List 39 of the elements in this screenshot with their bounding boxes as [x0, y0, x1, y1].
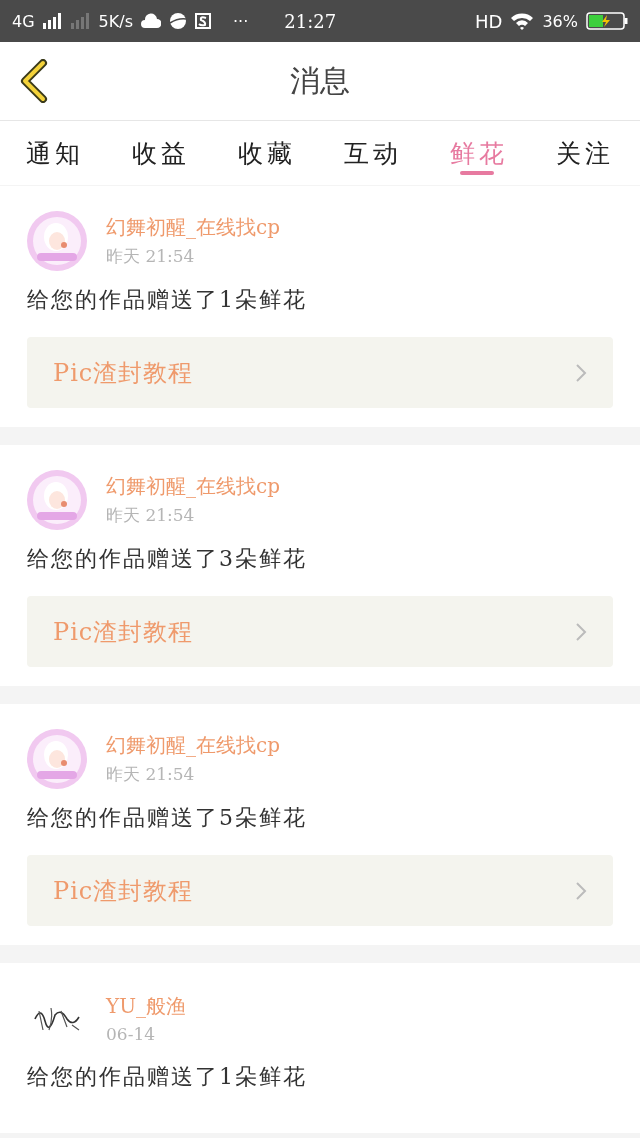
- tab[interactable]: 通知: [26, 121, 84, 177]
- user-name[interactable]: YU_般渔: [106, 992, 187, 1020]
- work-link[interactable]: Pic渣封教程: [27, 596, 613, 667]
- battery-percent: 36%: [542, 11, 578, 31]
- tab[interactable]: 关注: [556, 121, 614, 177]
- network-speed: 5K/s: [98, 11, 133, 31]
- user-name[interactable]: 幻舞初醒_在线找cp: [106, 732, 280, 759]
- work-link[interactable]: Pic渣封教程: [27, 855, 613, 926]
- tab[interactable]: 鲜花: [450, 121, 508, 177]
- message-time: 昨天 21:54: [106, 763, 196, 786]
- cloud-icon: [141, 13, 161, 29]
- tab[interactable]: 互动: [344, 121, 402, 177]
- message-time: 昨天 21:54: [106, 245, 196, 268]
- chevron-right-icon: [575, 362, 587, 383]
- chevron-right-icon: [575, 621, 587, 642]
- message-text: 给您的作品赠送了1朵鲜花: [27, 286, 308, 314]
- tab[interactable]: 收益: [132, 121, 190, 177]
- wifi-icon: [510, 12, 535, 30]
- scan-icon: [195, 13, 211, 29]
- message-time: 06-14: [106, 1023, 156, 1044]
- work-link[interactable]: Pic渣封教程: [27, 337, 613, 408]
- hd-indicator: HD: [475, 10, 503, 32]
- battery-charging-icon: [586, 12, 628, 30]
- message-text: 给您的作品赠送了1朵鲜花: [27, 1063, 308, 1091]
- signal-icon: [70, 13, 91, 29]
- planet-icon: [169, 12, 187, 30]
- message-text: 给您的作品赠送了3朵鲜花: [27, 545, 308, 573]
- back-icon: [19, 59, 49, 103]
- clock: 21:27: [284, 10, 337, 32]
- more-notifications: ···: [233, 11, 249, 31]
- tab[interactable]: 收藏: [238, 121, 296, 177]
- message-text: 给您的作品赠送了5朵鲜花: [27, 804, 308, 832]
- signal-icon: [42, 13, 63, 29]
- chevron-right-icon: [575, 880, 587, 901]
- network-type: 4G: [12, 11, 35, 31]
- user-name[interactable]: 幻舞初醒_在线找cp: [106, 473, 280, 500]
- user-name[interactable]: 幻舞初醒_在线找cp: [106, 214, 280, 241]
- message-time: 昨天 21:54: [106, 504, 196, 527]
- page-title: 消息: [290, 61, 350, 100]
